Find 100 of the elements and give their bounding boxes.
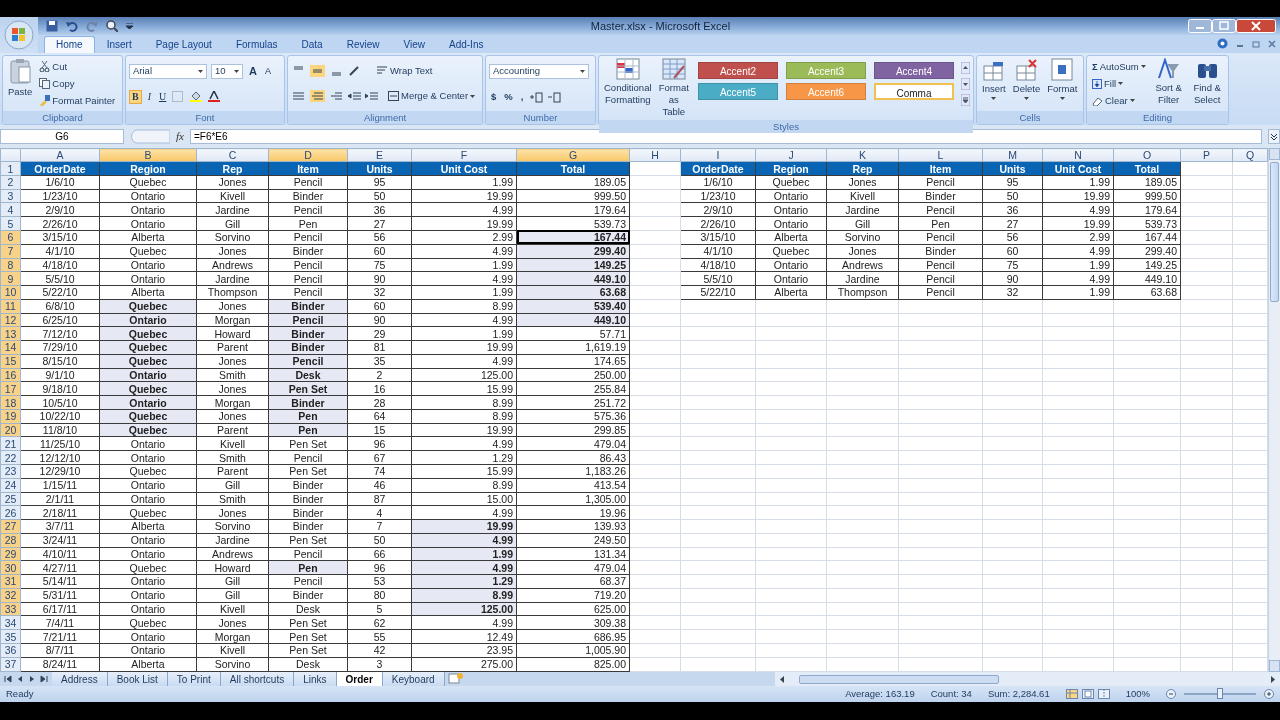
ribbon-tab[interactable]: Review [334,36,392,53]
shrink-font-button[interactable]: A [262,65,273,77]
sheet-tab[interactable]: Links [294,672,337,686]
number-format-field[interactable]: Accounting [489,64,589,79]
expand-icon[interactable] [1268,129,1280,144]
column-header[interactable]: B [99,148,197,162]
font-color-icon[interactable] [208,91,223,102]
scroll-left-icon[interactable] [778,674,787,684]
sheet-tab[interactable]: All shortcuts [220,672,295,686]
clear-button[interactable]: Clear [1090,94,1148,107]
sheet-tab[interactable]: Book List [107,672,168,686]
cell-style-swatch[interactable]: Comma [874,83,954,100]
page-layout-icon[interactable] [1081,689,1094,699]
ribbon-tab[interactable]: Add-Ins [437,36,496,53]
editing-button[interactable]: Find & Select [1189,58,1225,109]
ribbon-tab[interactable]: Home [44,36,95,53]
page-break-icon[interactable] [1097,689,1110,699]
number-format-button[interactable]: $ [489,91,499,103]
cells-button[interactable]: Format [1045,58,1080,109]
align-icon[interactable] [310,90,325,103]
align-icon[interactable] [310,64,325,77]
indent-icon[interactable] [365,90,378,103]
caret-icon[interactable] [1118,82,1124,85]
fill-color-icon[interactable] [190,91,205,102]
caret-icon[interactable] [1140,65,1146,68]
column-header[interactable]: M [982,148,1043,162]
column-header[interactable]: N [1042,148,1114,162]
customize-icon[interactable] [126,23,133,29]
sheet-tab[interactable]: To Print [167,672,221,686]
font-size-field[interactable]: 10 [211,63,243,79]
grow-font-button[interactable]: A [247,65,259,77]
merge-center-button[interactable]: Merge & Center [386,90,478,103]
more-icon[interactable] [961,94,970,106]
bold-button[interactable]: B [129,89,142,104]
cells-button[interactable]: Insert [980,58,1008,109]
clipboard-button[interactable]: Format Painter [37,94,118,107]
cells-button[interactable]: Delete [1010,58,1043,109]
caret-icon[interactable] [991,97,997,100]
column-header[interactable]: K [826,148,899,162]
ribbon-tab[interactable]: Insert [94,36,144,53]
caret-icon[interactable] [234,69,239,73]
sheet-nav-icon[interactable] [4,675,12,683]
caret-icon[interactable] [1129,99,1135,102]
increase-decimal-icon[interactable] [529,91,544,103]
undo-icon[interactable] [66,20,78,32]
ribbon-tab[interactable]: Page Layout [143,36,224,53]
scroll-right-icon[interactable] [1268,674,1277,684]
scrollbar-thumb[interactable] [799,674,999,684]
scrollbar-thumb[interactable] [1270,162,1279,302]
styles-button[interactable]: Format as Table [656,58,691,118]
column-header[interactable]: I [680,148,756,162]
zoom-out-icon[interactable] [1166,689,1176,699]
decrease-decimal-icon[interactable] [547,91,562,103]
underline-button[interactable]: U [157,90,169,103]
column-header[interactable]: P [1180,148,1233,162]
column-header[interactable]: E [347,148,412,162]
zoom-in-icon[interactable] [1264,689,1274,699]
column-header[interactable]: F [411,148,517,162]
cell-style-swatch[interactable]: Accent2 [698,62,778,79]
number-format-button[interactable]: % [502,91,515,103]
cell-style-swatch[interactable]: Accent4 [874,62,954,79]
scroll-up-icon[interactable] [961,62,970,74]
close-icon[interactable] [1268,39,1276,48]
column-header[interactable]: C [196,148,269,162]
sheet-nav-icon[interactable] [40,675,48,683]
zoom-slider-thumb[interactable] [1217,688,1223,699]
fill-button[interactable]: Fill [1090,77,1148,90]
caret-icon[interactable] [470,94,476,98]
save-icon[interactable] [46,20,58,32]
help-icon[interactable] [1217,38,1228,49]
column-header[interactable]: L [898,148,983,162]
outdent-icon[interactable] [348,90,361,103]
scroll-down-icon[interactable] [961,78,970,90]
magnifier-icon[interactable] [106,20,118,32]
clipboard-button[interactable]: Cut [37,60,118,73]
normal-view-icon[interactable] [1065,689,1078,699]
font-field[interactable]: Arial [129,63,207,79]
column-header[interactable]: A [20,148,100,162]
styles-button[interactable]: Conditional Formatting [602,58,654,118]
wrap-text-button[interactable]: Wrap Text [375,64,435,77]
insert-function-button[interactable]: fx [176,128,184,145]
sheet-tab[interactable]: Order [336,672,383,686]
ribbon-tab[interactable]: Formulas [223,36,290,53]
ribbon-tab[interactable]: View [391,36,437,53]
sheet-tab[interactable]: Keyboard [382,672,445,686]
number-format-button[interactable]: , [518,91,526,103]
ribbon-tab[interactable]: Data [289,36,335,53]
caret-icon[interactable] [198,69,203,73]
caret-icon[interactable] [1024,97,1029,100]
column-header[interactable]: D [268,148,348,162]
italic-button[interactable]: I [145,90,153,103]
column-header[interactable]: Q [1232,148,1268,162]
office-logo-icon[interactable] [4,20,34,50]
column-header[interactable]: J [755,148,827,162]
column-header[interactable]: G [516,148,630,162]
column-header[interactable]: O [1113,148,1181,162]
caret-icon[interactable] [1059,97,1065,100]
caret-icon[interactable] [580,70,585,73]
editing-button[interactable]: Sort & Filter [1150,58,1187,109]
sheet-tab[interactable]: Address [52,672,108,686]
